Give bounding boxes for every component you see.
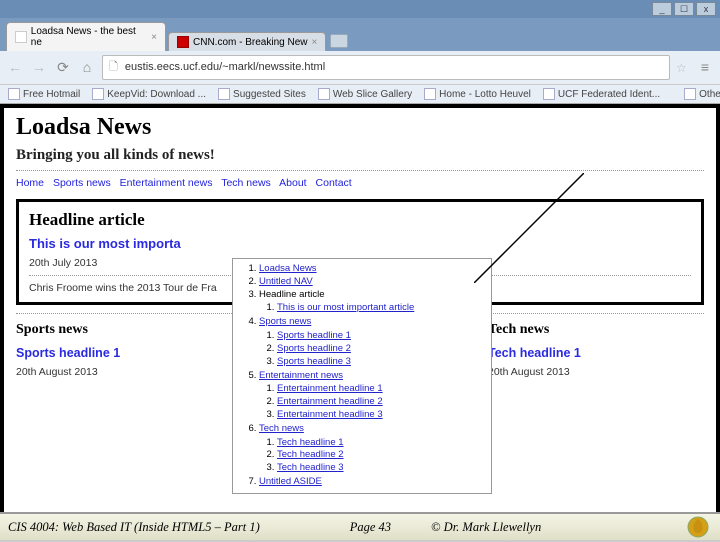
bookmarks-bar: Free Hotmail KeepVid: Download ... Sugge… xyxy=(0,84,720,103)
site-nav: Home Sports news Entertainment news Tech… xyxy=(16,177,704,189)
tech-column: Tech news Tech headline 1 20th August 20… xyxy=(488,322,704,384)
column-title: Sports news xyxy=(16,322,232,338)
bookmark-item[interactable]: Home - Lotto Heuvel xyxy=(424,88,531,100)
outline-link[interactable]: Tech headline 3 xyxy=(277,462,344,473)
address-bar[interactable]: 🗋 eustis.eecs.ucf.edu/~markl/newssite.ht… xyxy=(102,55,670,80)
window-titlebar: _ ☐ x xyxy=(0,0,720,18)
address-bar-row: ← → ⟳ ⌂ 🗋 eustis.eecs.ucf.edu/~markl/new… xyxy=(0,51,720,84)
bookmark-icon xyxy=(92,88,104,100)
bookmark-item[interactable]: UCF Federated Ident... xyxy=(543,88,660,100)
close-window-button[interactable]: x xyxy=(696,2,716,16)
menu-button[interactable]: ≡ xyxy=(696,59,714,77)
nav-link-entertainment[interactable]: Entertainment news xyxy=(120,177,213,189)
nav-link-tech[interactable]: Tech news xyxy=(221,177,271,189)
browser-tab[interactable]: CNN.com - Breaking New × xyxy=(168,32,326,51)
folder-icon xyxy=(684,88,696,100)
bookmark-label: Home - Lotto Heuvel xyxy=(439,89,531,100)
column-date: 20th August 2013 xyxy=(16,366,232,378)
bookmark-label: Other bookmarks xyxy=(699,89,720,100)
bookmark-label: Free Hotmail xyxy=(23,89,80,100)
bookmark-label: KeepVid: Download ... xyxy=(107,89,206,100)
bookmark-item[interactable]: Web Slice Gallery xyxy=(318,88,412,100)
page-subtitle: Bringing you all kinds of news! xyxy=(16,147,704,164)
outline-link[interactable]: This is our most important article xyxy=(277,302,414,313)
new-tab-button[interactable] xyxy=(330,34,348,48)
other-bookmarks-button[interactable]: Other bookmarks xyxy=(684,88,720,100)
outline-item: Headline article xyxy=(259,289,324,300)
sports-headline-link[interactable]: Sports headline 1 xyxy=(16,346,232,360)
reload-button[interactable]: ⟳ xyxy=(54,59,72,77)
outline-link[interactable]: Entertainment headline 1 xyxy=(277,383,383,394)
ucf-logo-icon xyxy=(684,515,712,539)
outline-link[interactable]: Loadsa News xyxy=(259,263,317,274)
column-date: 20th August 2013 xyxy=(488,366,704,378)
back-button[interactable]: ← xyxy=(6,59,24,77)
divider xyxy=(16,170,704,171)
forward-button[interactable]: → xyxy=(30,59,48,77)
cnn-favicon-icon xyxy=(177,36,189,48)
nav-link-contact[interactable]: Contact xyxy=(316,177,352,189)
maximize-button[interactable]: ☐ xyxy=(674,2,694,16)
headline-lead-link[interactable]: This is our most importa xyxy=(29,236,691,251)
outline-link[interactable]: Sports headline 3 xyxy=(277,356,351,367)
nav-link-home[interactable]: Home xyxy=(16,177,44,189)
page-title: Loadsa News xyxy=(16,114,704,141)
footer-copyright: © Dr. Mark Llewellyn xyxy=(431,520,541,535)
page-content: Loadsa News Bringing you all kinds of ne… xyxy=(0,104,720,534)
outline-link[interactable]: Sports headline 1 xyxy=(277,330,351,341)
home-button[interactable]: ⌂ xyxy=(78,59,96,77)
outline-link[interactable]: Tech headline 1 xyxy=(277,437,344,448)
bookmark-star-icon[interactable]: ☆ xyxy=(676,61,690,75)
bookmark-icon xyxy=(8,88,20,100)
nav-link-about[interactable]: About xyxy=(279,177,306,189)
bookmark-icon xyxy=(318,88,330,100)
bookmark-icon xyxy=(218,88,230,100)
slide-footer: CIS 4004: Web Based IT (Inside HTML5 – P… xyxy=(0,512,720,540)
tab-close-icon[interactable]: × xyxy=(151,32,157,43)
bookmark-icon xyxy=(543,88,555,100)
browser-tab-active[interactable]: Loadsa News - the best ne × xyxy=(6,22,166,51)
nav-link-sports[interactable]: Sports news xyxy=(53,177,111,189)
outline-link[interactable]: Entertainment headline 2 xyxy=(277,396,383,407)
outline-link[interactable]: Untitled ASIDE xyxy=(259,476,322,487)
bookmark-label: Suggested Sites xyxy=(233,89,306,100)
browser-tabs: Loadsa News - the best ne × CNN.com - Br… xyxy=(0,18,720,51)
footer-page-number: Page 43 xyxy=(350,520,391,535)
footer-course: CIS 4004: Web Based IT (Inside HTML5 – P… xyxy=(8,520,260,535)
bookmark-item[interactable]: KeepVid: Download ... xyxy=(92,88,206,100)
document-outline-overlay: Loadsa News Untitled NAV Headline articl… xyxy=(232,258,492,494)
outline-link[interactable]: Entertainment news xyxy=(259,370,343,381)
bookmark-item[interactable]: Free Hotmail xyxy=(8,88,80,100)
page-icon: 🗋 xyxy=(109,61,118,73)
outline-link[interactable]: Sports news xyxy=(259,316,311,327)
outline-link[interactable]: Sports headline 2 xyxy=(277,343,351,354)
tab-close-icon[interactable]: × xyxy=(311,37,317,48)
column-title: Tech news xyxy=(488,322,704,338)
minimize-button[interactable]: _ xyxy=(652,2,672,16)
page-favicon-icon xyxy=(15,31,27,43)
sports-column: Sports news Sports headline 1 20th Augus… xyxy=(16,322,232,384)
tech-headline-link[interactable]: Tech headline 1 xyxy=(488,346,704,360)
outline-link[interactable]: Untitled NAV xyxy=(259,276,313,287)
bookmark-label: UCF Federated Ident... xyxy=(558,89,660,100)
outline-link[interactable]: Entertainment headline 3 xyxy=(277,409,383,420)
browser-chrome: _ ☐ x Loadsa News - the best ne × CNN.co… xyxy=(0,0,720,104)
bookmark-item[interactable]: Suggested Sites xyxy=(218,88,306,100)
tab-title: CNN.com - Breaking New xyxy=(193,37,307,48)
bookmark-icon xyxy=(424,88,436,100)
outline-link[interactable]: Tech headline 2 xyxy=(277,449,344,460)
headline-heading: Headline article xyxy=(29,210,691,230)
outline-link[interactable]: Tech news xyxy=(259,423,304,434)
tab-title: Loadsa News - the best ne xyxy=(31,26,147,48)
bookmark-label: Web Slice Gallery xyxy=(333,89,412,100)
url-text: eustis.eecs.ucf.edu/~markl/newssite.html xyxy=(125,61,325,73)
